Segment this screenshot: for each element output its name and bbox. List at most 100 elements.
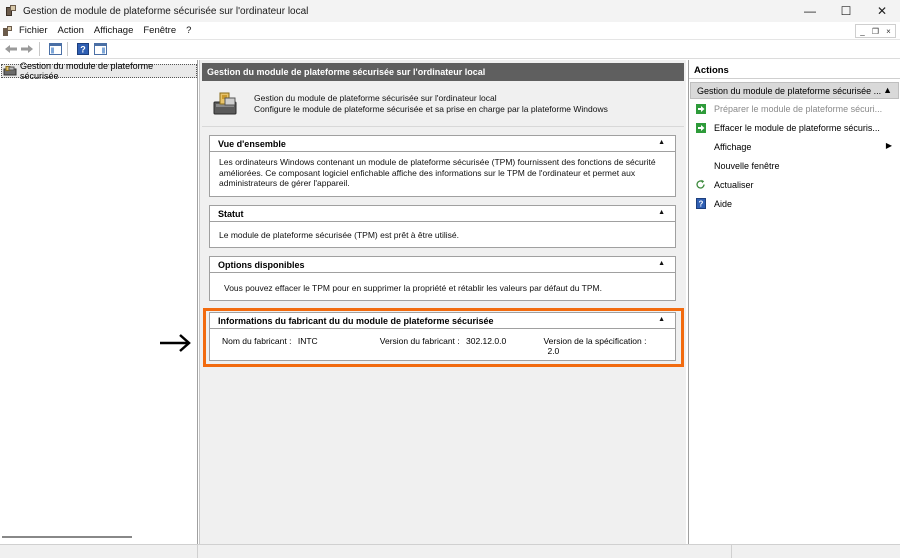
action-label: Aide [714, 198, 733, 209]
tpm-app-icon [5, 5, 17, 17]
status-body: Le module de plateforme sécurisée (TPM) … [219, 230, 459, 240]
collapse-icon[interactable]: ▲ [658, 316, 665, 323]
options-section-header[interactable]: Options disponibles ▲ [210, 257, 675, 273]
action-label: Effacer le module de plateforme sécuris.… [714, 122, 880, 133]
manufacturer-section-header[interactable]: Informations du fabricant du du module d… [210, 313, 675, 329]
results-pane-header: Gestion du module de plateforme sécurisé… [202, 63, 684, 81]
spec-version-label: Version de la spécification : [543, 336, 647, 346]
menu-fenetre[interactable]: Fenêtre [143, 25, 176, 36]
actions-title: Actions [689, 62, 900, 79]
action-new-window[interactable]: Nouvelle fenêtre [689, 156, 900, 175]
refresh-icon [695, 179, 706, 190]
show-hide-action-pane-button[interactable] [92, 42, 108, 56]
manufacturer-name-value: INTC [297, 336, 318, 346]
menu-action[interactable]: Action [58, 25, 84, 36]
actions-group-header[interactable]: Gestion du module de plateforme sécurisé… [690, 82, 899, 99]
collapse-icon[interactable]: ▲ [658, 139, 665, 146]
title-bar: Gestion de module de plateforme sécurisé… [0, 0, 900, 22]
menu-fichier[interactable]: Fichier [19, 25, 48, 36]
back-button[interactable] [3, 42, 19, 56]
pointer-arrow-icon [160, 334, 191, 352]
maximize-button[interactable]: ☐ [828, 0, 864, 22]
mdi-restore-button[interactable]: ❐ [869, 25, 882, 37]
help-button[interactable]: ? [75, 42, 91, 56]
manufacturer-version-value: 302.12.0.0 [466, 336, 507, 346]
intro-text: Gestion du module de plateforme sécurisé… [254, 89, 608, 126]
options-title: Options disponibles [218, 259, 305, 270]
status-bar [0, 544, 900, 558]
status-section: Statut ▲ Le module de plateforme sécuris… [209, 205, 676, 248]
actions-pane: Actions Gestion du module de plateforme … [688, 60, 900, 544]
submenu-arrow-icon: ▶ [885, 141, 892, 150]
close-button[interactable]: ✕ [864, 0, 900, 22]
status-title: Statut [218, 208, 244, 219]
spec-version-field: Version de la spécification : 2.0 [543, 336, 663, 356]
action-refresh[interactable]: Actualiser [689, 175, 900, 194]
manufacturer-version-label: Version du fabricant : [379, 336, 460, 346]
mdi-minimize-button[interactable]: _ [856, 25, 869, 37]
show-hide-console-tree-button[interactable] [47, 42, 63, 56]
help-icon: ? [695, 198, 706, 209]
options-body: Vous pouvez effacer le TPM pour en suppr… [224, 283, 602, 293]
help-icon: ? [77, 43, 89, 55]
action-prepare-tpm[interactable]: Préparer le module de plateforme sécuri.… [689, 99, 900, 118]
collapse-icon[interactable]: ▲ [883, 85, 892, 95]
green-arrow-icon [695, 122, 706, 133]
overview-body: Les ordinateurs Windows contenant un mod… [219, 157, 656, 188]
intro-banner: Gestion du module de plateforme sécurisé… [202, 81, 684, 127]
menu-bar: Fichier Action Affichage Fenêtre ? _ ❐ × [0, 22, 900, 40]
action-label: Préparer le module de plateforme sécuri.… [714, 103, 883, 114]
menu-help[interactable]: ? [186, 25, 191, 36]
svg-text:?: ? [80, 45, 86, 55]
mdi-close-button[interactable]: × [882, 25, 895, 37]
tree-horizontal-scrollbar[interactable] [2, 536, 132, 538]
collapse-icon[interactable]: ▲ [658, 209, 665, 216]
manufacturer-version-field: Version du fabricant : 302.12.0.0 [380, 336, 544, 356]
action-label: Actualiser [714, 179, 754, 190]
tpm-chip-icon [3, 66, 17, 76]
intro-line-2: Configure le module de plateforme sécuri… [254, 104, 608, 114]
status-segment [732, 545, 900, 558]
status-section-header[interactable]: Statut ▲ [210, 206, 675, 222]
overview-title: Vue d'ensemble [218, 138, 286, 149]
manufacturer-section: Informations du fabricant du du module d… [209, 312, 676, 361]
action-help[interactable]: ? Aide [689, 194, 900, 213]
tree-item-label: Gestion du module de plateforme sécurisé… [20, 61, 154, 81]
action-view[interactable]: Affichage ▶ [689, 137, 900, 156]
tree-item-tpm-management[interactable]: Gestion du module de plateforme sécurisé… [1, 61, 197, 81]
status-segment [198, 545, 732, 558]
action-clear-tpm[interactable]: Effacer le module de plateforme sécuris.… [689, 118, 900, 137]
toolbar-separator [39, 42, 40, 56]
system-menu-icon[interactable] [3, 25, 13, 36]
window-title: Gestion de module de plateforme sécurisé… [23, 5, 309, 17]
green-arrow-icon [695, 103, 706, 114]
manufacturer-info-row: Nom du fabricant : INTC Version du fabri… [210, 329, 675, 356]
minimize-button[interactable]: — [792, 0, 828, 22]
menu-affichage[interactable]: Affichage [94, 25, 133, 36]
action-label: Nouvelle fenêtre [714, 160, 780, 171]
back-arrow-icon [5, 45, 17, 53]
actions-group-label: Gestion du module de plateforme sécurisé… [697, 85, 882, 96]
forward-button[interactable] [19, 42, 35, 56]
forward-arrow-icon [21, 45, 33, 53]
spec-version-value: 2.0 [547, 346, 560, 356]
toolbar: ? [0, 40, 900, 59]
console-tree-pane: Gestion du module de plateforme sécurisé… [0, 60, 198, 544]
action-pane-icon [93, 43, 107, 55]
options-section: Options disponibles ▲ Vous pouvez efface… [209, 256, 676, 301]
status-segment [0, 545, 198, 558]
manufacturer-title: Informations du fabricant du du module d… [218, 315, 494, 326]
mdi-controls: _ ❐ × [855, 24, 896, 38]
console-tree-icon [48, 43, 62, 55]
overview-section: Vue d'ensemble ▲ Les ordinateurs Windows… [209, 135, 676, 197]
collapse-icon[interactable]: ▲ [658, 260, 665, 267]
action-label: Affichage [714, 141, 752, 152]
overview-section-header[interactable]: Vue d'ensemble ▲ [210, 136, 675, 152]
svg-text:?: ? [698, 200, 703, 209]
results-pane: Gestion du module de plateforme sécurisé… [199, 60, 686, 544]
toolbar-separator [67, 42, 68, 56]
manufacturer-name-field: Nom du fabricant : INTC [222, 336, 380, 356]
window-controls: — ☐ ✕ [792, 0, 900, 22]
manufacturer-name-label: Nom du fabricant : [222, 336, 292, 346]
intro-line-1: Gestion du module de plateforme sécurisé… [254, 93, 497, 103]
